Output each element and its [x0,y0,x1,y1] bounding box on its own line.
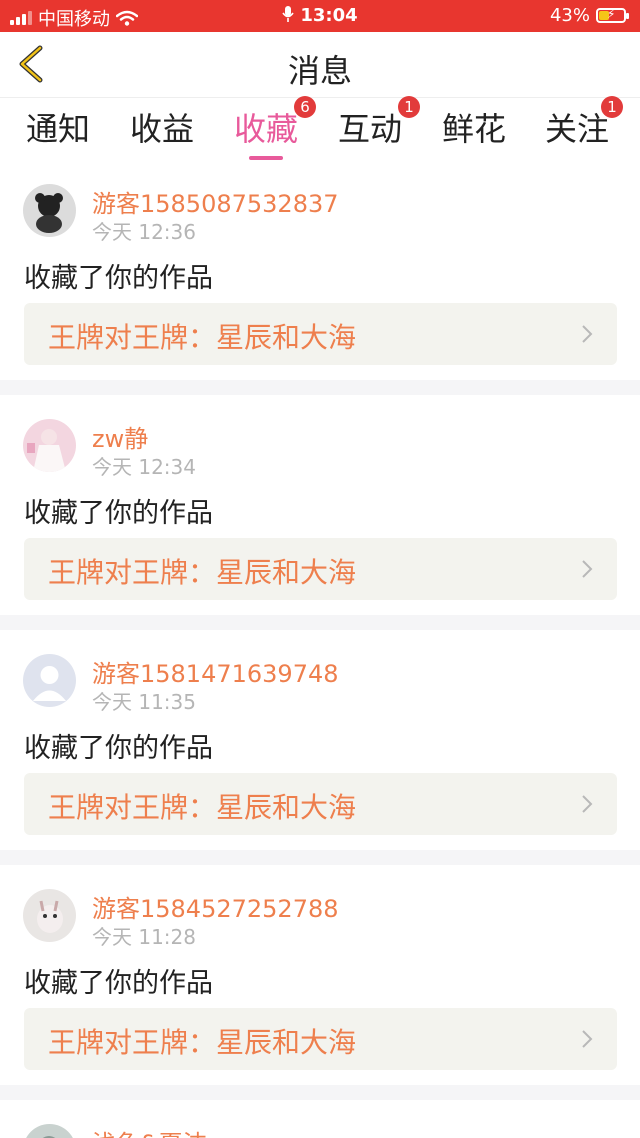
charging-bolt-icon: ⚡ [607,7,616,21]
user-name[interactable]: 游客1584527252788 [92,889,339,924]
tab-label: 互动 [338,110,403,148]
message-list: 游客1585087532837 今天 12:36 收藏了你的作品 王牌对王牌：星… [0,160,640,1138]
message-time: 今天 11:35 [92,690,196,714]
chevron-right-icon [582,1030,593,1048]
status-time: 13:04 [0,5,640,26]
avatar-image [23,1124,76,1138]
work-link[interactable]: 王牌对王牌：星辰和大海 [24,303,617,365]
chevron-right-icon [582,325,593,343]
microphone-icon [282,6,294,22]
avatar-image [23,889,76,942]
tab-label: 收藏 [234,110,299,148]
status-right: 43% ⚡ [549,5,629,26]
work-title: 王牌对王牌：星辰和大海 [48,321,357,354]
tab-label: 关注 [545,110,610,148]
user-name[interactable]: 浅兔&夏沫 [92,1124,207,1138]
chevron-right-icon [582,795,593,813]
avatar[interactable] [23,1124,76,1138]
avatar[interactable] [23,184,76,237]
avatar-image [23,184,76,237]
nav-header: 消息 [0,32,640,98]
tab-earnings[interactable]: 收益 [130,104,194,150]
tab-label: 收益 [130,110,195,148]
work-title: 王牌对王牌：星辰和大海 [48,556,357,589]
user-name[interactable]: 游客1585087532837 [92,184,339,219]
tab-following[interactable]: 关注 1 [545,96,624,150]
work-link[interactable]: 王牌对王牌：星辰和大海 [24,538,617,600]
message-card[interactable]: 游客1581471639748 今天 11:35 收藏了你的作品 王牌对王牌：星… [0,630,640,850]
tab-notifications[interactable]: 通知 [26,104,90,150]
avatar[interactable] [23,654,76,707]
message-card[interactable]: 游客1585087532837 今天 12:36 收藏了你的作品 王牌对王牌：星… [0,160,640,380]
default-avatar-icon [23,654,76,707]
message-action: 收藏了你的作品 [24,968,213,999]
work-title: 王牌对王牌：星辰和大海 [48,1026,357,1059]
work-title: 王牌对王牌：星辰和大海 [48,791,357,824]
message-time: 今天 11:28 [92,925,196,949]
tab-interactions[interactable]: 互动 1 [338,96,421,150]
battery-icon: ⚡ [596,7,629,23]
work-link[interactable]: 王牌对王牌：星辰和大海 [24,1008,617,1070]
user-name[interactable]: 游客1581471639748 [92,654,339,689]
avatar-image [23,419,76,472]
unread-badge: 6 [294,96,317,118]
message-action: 收藏了你的作品 [24,263,213,294]
tab-label: 通知 [26,110,91,148]
message-time: 今天 12:34 [92,455,196,479]
tab-favorites[interactable]: 收藏 6 [234,96,317,160]
status-bar: 中国移动 13:04 43% ⚡ [0,0,640,32]
chevron-right-icon [582,560,593,578]
message-action: 收藏了你的作品 [24,733,213,764]
battery-percent: 43% [549,5,590,26]
tab-label: 鲜花 [442,110,507,148]
unread-badge: 1 [601,96,624,118]
message-action: 收藏了你的作品 [24,498,213,529]
page-title: 消息 [287,52,352,90]
avatar[interactable] [23,419,76,472]
tab-flowers[interactable]: 鲜花 [442,104,506,150]
message-card[interactable]: zw静 今天 12:34 收藏了你的作品 王牌对王牌：星辰和大海 [0,395,640,615]
time-label: 13:04 [300,5,358,26]
message-time: 今天 12:36 [92,220,196,244]
work-link[interactable]: 王牌对王牌：星辰和大海 [24,773,617,835]
message-card[interactable]: 游客1584527252788 今天 11:28 收藏了你的作品 王牌对王牌：星… [0,865,640,1085]
user-name[interactable]: zw静 [92,419,148,454]
unread-badge: 1 [398,96,421,118]
tab-bar: 通知 收益 收藏 6 互动 1 鲜花 关注 1 [0,96,640,160]
avatar[interactable] [23,889,76,942]
